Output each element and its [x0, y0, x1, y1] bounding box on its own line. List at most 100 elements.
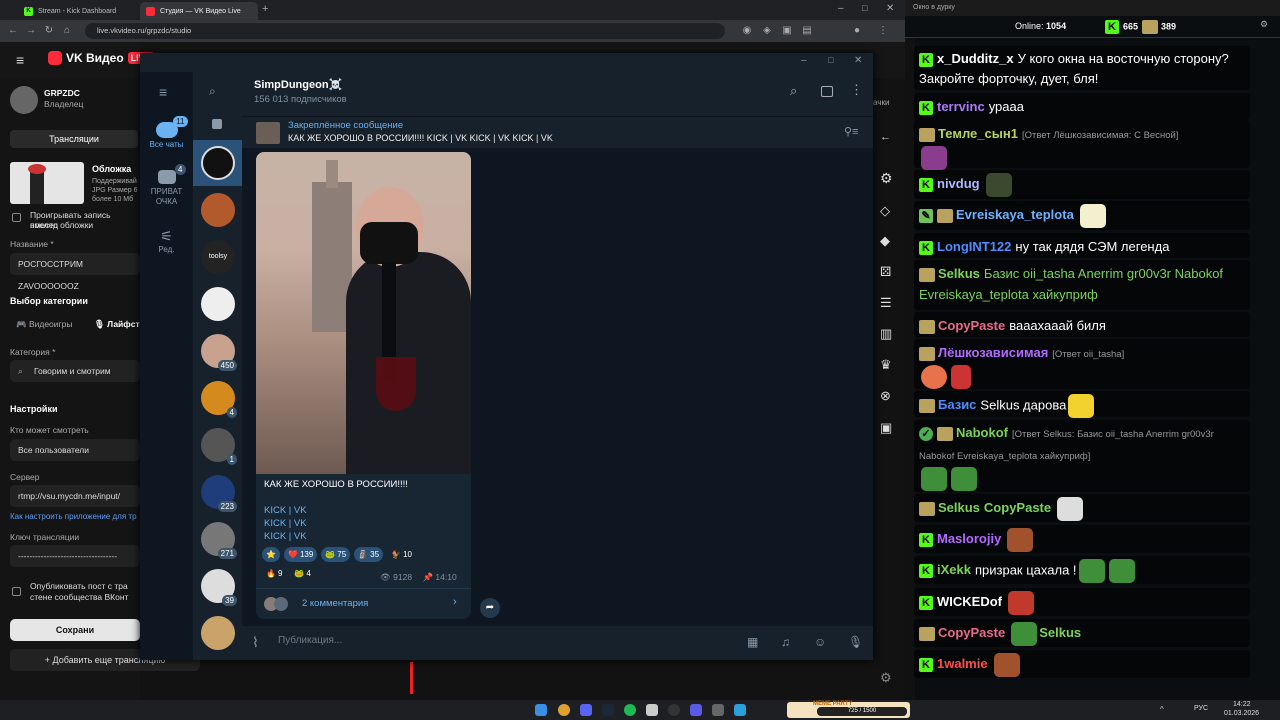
reaction-fire[interactable]: 🔥 9	[262, 566, 286, 581]
close-button[interactable]: ✕	[854, 55, 862, 66]
attach-icon[interactable]: ⌇	[252, 634, 259, 651]
reaction-frog[interactable]: 🐸 75	[321, 547, 351, 562]
dice-icon[interactable]: ⚄	[880, 264, 891, 280]
server-help-link[interactable]: Как настроить приложение для тр	[10, 512, 137, 521]
chat-username[interactable]: Темле_сын1	[938, 126, 1018, 141]
telegram-icon[interactable]	[734, 704, 746, 716]
gem-icon[interactable]: ◆	[880, 233, 890, 249]
app-icon[interactable]	[712, 704, 724, 716]
stream-name-input[interactable]: РОСГОССТРИМ ZAVOOOOOOZ	[10, 253, 140, 291]
chat-username[interactable]: Evreiskaya_teplota	[956, 207, 1074, 222]
emoji-icon[interactable]: ☺	[814, 635, 826, 649]
chat-mention[interactable]: Selkus	[1039, 625, 1081, 640]
chat-username[interactable]: 1walmie	[937, 656, 988, 671]
extension-icon[interactable]: ◈	[760, 24, 774, 38]
diamond-icon[interactable]: ◇	[880, 203, 890, 219]
app-icon[interactable]	[646, 704, 658, 716]
minimize-button[interactable]: –	[801, 55, 807, 66]
chat-username[interactable]: nivdug	[937, 176, 980, 191]
cover-image[interactable]	[10, 162, 84, 204]
chat-avatar[interactable]	[201, 287, 235, 321]
close-circle-icon[interactable]: ⊗	[880, 388, 891, 404]
start-icon[interactable]	[535, 704, 547, 716]
chrome-icon[interactable]	[558, 704, 570, 716]
list-icon[interactable]: ☰	[880, 295, 892, 311]
trophy-icon[interactable]: ♛	[880, 357, 892, 373]
pinned-message-bar[interactable]: Закреплённое сообщение КАК ЖЕ ХОРОШО В Р…	[242, 116, 873, 148]
stream-key-input[interactable]: -----------------------------------	[10, 545, 140, 567]
reaction-star[interactable]: ⭐	[262, 547, 280, 562]
comments-bar[interactable]: 2 комментария ›	[256, 590, 471, 619]
tray-chevron-icon[interactable]: ^	[1160, 705, 1164, 714]
message-input[interactable]: Публикация...	[278, 635, 578, 646]
back-icon[interactable]: ←	[6, 24, 20, 38]
vk-logo[interactable]: VK Видео LIVE	[48, 51, 154, 65]
post-link[interactable]: KICK | VK	[264, 505, 307, 516]
pin-list-icon[interactable]: ⚲≡	[844, 125, 858, 138]
chat-username[interactable]: CopyPaste	[938, 625, 1005, 640]
extension-icon[interactable]: ▣	[780, 24, 794, 38]
chat-avatar[interactable]: 450	[201, 334, 237, 371]
url-input[interactable]: live.vkvideo.ru/grpzdc/studio	[85, 23, 725, 39]
folder-edit[interactable]: ⚟ Ред.	[140, 228, 193, 254]
search-icon[interactable]: ⌕	[209, 84, 216, 99]
reaction-frog[interactable]: 🐸 4	[290, 566, 314, 581]
reload-icon[interactable]: ↻	[42, 24, 56, 38]
chat-username[interactable]: Лёшкозависимая	[938, 345, 1048, 360]
chat-avatar[interactable]: 271	[201, 522, 237, 559]
tab-streams[interactable]: Трансляции	[10, 130, 138, 148]
server-input[interactable]: rtmp://vsu.mycdn.me/input/	[10, 485, 140, 507]
chat-username[interactable]: terrvinc	[937, 99, 985, 114]
search-icon[interactable]: ⌕	[790, 83, 797, 99]
archive-icon[interactable]	[212, 119, 222, 129]
tab-kick-dashboard[interactable]: K Stream - Kick Dashboard	[18, 2, 136, 20]
chat-username[interactable]: x_Dudditz_x	[937, 51, 1014, 66]
chat-avatar[interactable]: 39	[201, 569, 237, 606]
arrow-left-icon[interactable]: ←	[880, 131, 891, 143]
home-icon[interactable]: ⌂	[60, 24, 74, 38]
calendar-icon[interactable]: ▦	[747, 635, 758, 649]
tab-vk-studio[interactable]: Студия — VK Видео Live	[140, 2, 258, 20]
meme-party-widget[interactable]: MEME PARTY 725 / 1500	[787, 701, 910, 718]
video-icon[interactable]: ▣	[880, 420, 892, 436]
who-can-watch-select[interactable]: Все пользователи	[10, 439, 140, 461]
channel-title[interactable]: SimpDungeon☠️	[254, 78, 342, 91]
publish-post-checkbox[interactable]	[12, 587, 21, 596]
mic-icon[interactable]: 🎙	[848, 635, 863, 649]
chat-avatar[interactable]: toolsy	[201, 240, 235, 274]
menu-icon[interactable]: ⋮	[876, 24, 890, 38]
chat-avatar[interactable]: 4	[201, 381, 237, 418]
minimize-button[interactable]: –	[838, 3, 844, 14]
chat-username[interactable]: Nabokof	[956, 425, 1008, 440]
hamburger-icon[interactable]: ≡	[16, 52, 24, 68]
category-input[interactable]: ⌕ Говорим и смотрим	[10, 360, 140, 382]
chat-username[interactable]: CopyPaste	[938, 318, 1005, 333]
tab-games[interactable]: 🎮 Видеоигры	[16, 319, 72, 330]
bell-icon[interactable]: ♫	[781, 635, 790, 649]
chat-username[interactable]: Selkus	[938, 266, 980, 281]
app-icon[interactable]	[690, 704, 702, 716]
chat-mention[interactable]: CopyPaste	[984, 500, 1051, 515]
folder-private[interactable]: 4 ПРИВАТ ОЧКА	[140, 164, 193, 207]
tab-lifestyle[interactable]: 🎙 Лайфст	[94, 319, 140, 330]
clock-time[interactable]: 14:22	[1233, 701, 1251, 708]
discord-icon[interactable]	[580, 704, 592, 716]
menu-icon[interactable]: ≡	[159, 84, 167, 100]
language-indicator[interactable]: РУС	[1194, 705, 1208, 712]
post-link[interactable]: KICK | VK	[264, 531, 307, 542]
close-button[interactable]: ✕	[886, 3, 894, 14]
chat-avatar[interactable]	[201, 146, 235, 180]
chat-username[interactable]: Maslorojiy	[937, 531, 1001, 546]
settings-icon[interactable]: ⚙	[1260, 19, 1268, 30]
post-photo[interactable]	[256, 152, 471, 474]
sidebar-toggle-icon[interactable]	[821, 86, 833, 97]
reaction-moai[interactable]: 🗿 35	[354, 547, 384, 562]
spotify-icon[interactable]	[624, 704, 636, 716]
stats-icon[interactable]: ▥	[880, 326, 892, 342]
clock-date[interactable]: 01.03.2026	[1224, 710, 1259, 717]
maximize-button[interactable]: □	[828, 55, 833, 65]
reaction-heart[interactable]: ❤️ 139	[283, 547, 318, 562]
settings-icon[interactable]: ⚙	[880, 670, 892, 686]
chat-avatar[interactable]: 223	[201, 475, 237, 512]
chat-username[interactable]: iXekk	[937, 562, 971, 577]
